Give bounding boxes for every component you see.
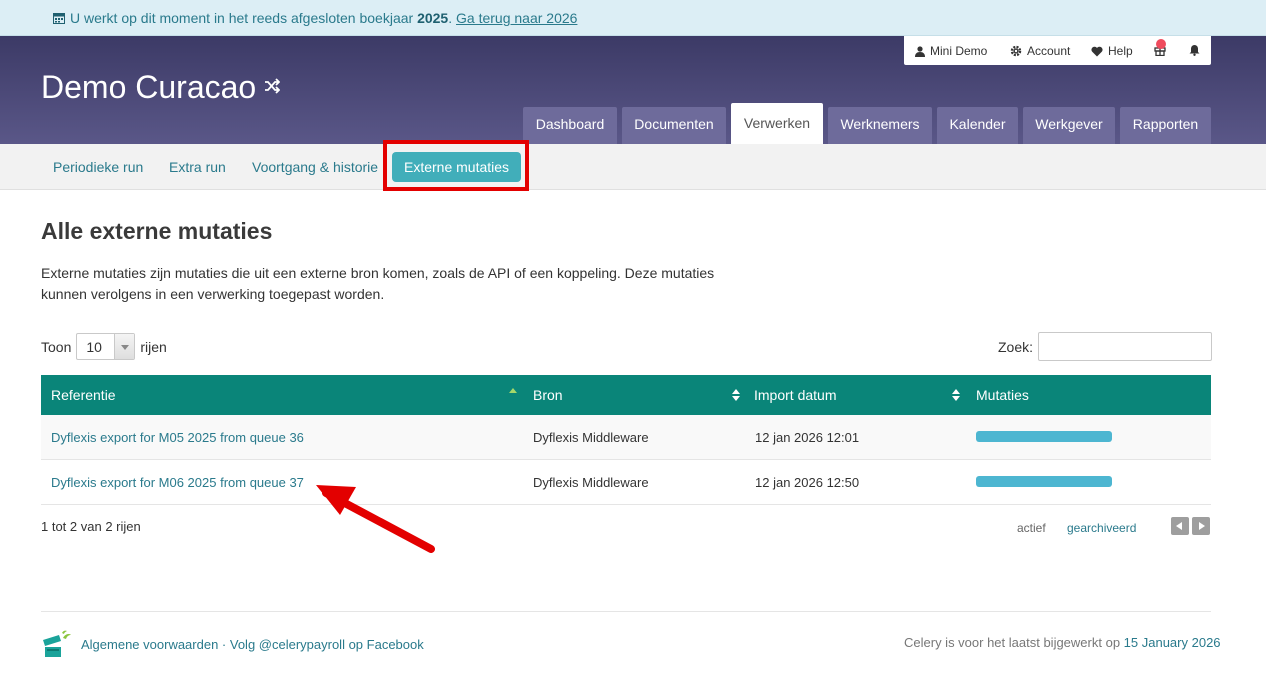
table-info: 1 tot 2 van 2 rijen: [41, 519, 141, 534]
user-name: Mini Demo: [930, 44, 988, 58]
tab-rapporten[interactable]: Rapporten: [1120, 107, 1211, 144]
mutaties-progress-bar: [976, 431, 1112, 442]
filter-gearchiveerd[interactable]: gearchiveerd: [1067, 521, 1136, 535]
year-banner: U werkt op dit moment in het reeds afges…: [0, 0, 1266, 36]
account-label: Account: [1027, 44, 1071, 58]
page-description: Externe mutaties zijn mutaties die uit e…: [41, 265, 715, 302]
show-label: Toon: [41, 338, 72, 355]
notification-dot: [1156, 39, 1166, 49]
shuffle-icon: [265, 78, 281, 94]
back-to-current-year-link[interactable]: Ga terug naar 2026: [456, 10, 577, 26]
page-length-select[interactable]: 10: [76, 333, 136, 360]
search-input[interactable]: [1038, 332, 1213, 361]
referentie-link[interactable]: Dyflexis export for M06 2025 from queue …: [51, 475, 304, 490]
banner-dot: .: [448, 10, 453, 26]
highlight-box: [383, 140, 529, 191]
last-updated-date[interactable]: 15 January 2026: [1124, 635, 1221, 650]
page-length-control: Toon 10 rijen: [41, 333, 167, 360]
terms-link[interactable]: Algemene voorwaarden: [81, 637, 218, 652]
sub-navigation: Periodieke run Extra run Voortgang & his…: [0, 140, 1266, 191]
page-length-value: 10: [86, 339, 102, 355]
import-datum-cell: 12 jan 2026 12:01: [755, 430, 860, 445]
bron-cell: Dyflexis Middleware: [533, 475, 649, 490]
user-toolbar: Mini Demo Account Help: [904, 36, 1211, 65]
heart-icon: [1091, 46, 1103, 56]
banner-text: U werkt op dit moment in het reeds afges…: [70, 10, 414, 26]
footer-divider: [41, 611, 1211, 612]
table-row: Dyflexis export for M06 2025 from queue …: [41, 460, 1211, 505]
table-header: Referentie Bron Import datum Mutaties: [41, 375, 1211, 415]
user-icon: [915, 45, 925, 57]
column-bron[interactable]: Bron: [533, 387, 563, 403]
sort-icon: [952, 389, 960, 401]
tab-verwerken[interactable]: Verwerken: [731, 103, 823, 144]
import-datum-cell: 12 jan 2026 12:50: [755, 475, 860, 490]
sort-ascending-icon: [509, 388, 517, 393]
search-control: Zoek:: [998, 332, 1213, 361]
bell-icon: [1189, 45, 1200, 56]
table-row: Dyflexis export for M05 2025 from queue …: [41, 415, 1211, 460]
mutations-table: Referentie Bron Import datum Mutaties Dy…: [41, 375, 1211, 505]
subnav-periodieke-run[interactable]: Periodieke run: [53, 159, 143, 175]
page-title: Alle externe mutaties: [41, 218, 273, 244]
column-referentie[interactable]: Referentie: [51, 387, 116, 403]
mutaties-progress-bar: [976, 476, 1112, 487]
company-switcher[interactable]: Demo Curacao: [41, 69, 281, 106]
tab-documenten[interactable]: Documenten: [622, 107, 726, 144]
referentie-link[interactable]: Dyflexis export for M05 2025 from queue …: [51, 430, 304, 445]
next-page-button[interactable]: [1192, 517, 1210, 535]
column-import-datum[interactable]: Import datum: [754, 387, 836, 403]
tab-dashboard[interactable]: Dashboard: [523, 107, 617, 144]
app-header: Demo Curacao Mini Demo Account Help Dash…: [0, 36, 1266, 144]
celery-logo-icon: [43, 630, 71, 657]
chevron-down-icon: [114, 334, 135, 359]
search-label: Zoek:: [998, 338, 1034, 355]
banner-year: 2025: [417, 10, 449, 26]
calendar-icon: [53, 13, 65, 24]
help-menu[interactable]: Help: [1091, 44, 1133, 58]
facebook-link[interactable]: Volg @celerypayroll op Facebook: [230, 637, 424, 652]
last-updated-text: Celery is voor het laatst bijgewerkt op: [904, 635, 1121, 650]
annotation-arrow-icon: [316, 485, 435, 553]
previous-page-button[interactable]: [1171, 517, 1189, 535]
tab-werkgever[interactable]: Werkgever: [1023, 107, 1115, 144]
subnav-voortgang-historie[interactable]: Voortgang & historie: [252, 159, 378, 175]
filter-actief[interactable]: actief: [1017, 521, 1046, 535]
tab-werknemers[interactable]: Werknemers: [828, 107, 932, 144]
tab-kalender[interactable]: Kalender: [937, 107, 1018, 144]
footer-separator: ·: [218, 636, 230, 652]
footer-links: Algemene voorwaarden · Volg @celerypayro…: [41, 630, 424, 658]
subnav-extra-run[interactable]: Extra run: [169, 159, 226, 175]
sort-icon: [732, 389, 740, 401]
help-label: Help: [1108, 44, 1133, 58]
user-menu[interactable]: Mini Demo: [915, 44, 987, 58]
notifications-button[interactable]: [1189, 44, 1205, 56]
gear-icon: [1010, 45, 1022, 57]
bron-cell: Dyflexis Middleware: [533, 430, 649, 445]
last-updated: Celery is voor het laatst bijgewerkt op …: [904, 635, 1221, 650]
column-mutaties[interactable]: Mutaties: [976, 387, 1029, 403]
company-name: Demo Curacao: [41, 69, 257, 105]
rows-label: rijen: [140, 338, 167, 355]
account-menu[interactable]: Account: [1010, 44, 1070, 58]
